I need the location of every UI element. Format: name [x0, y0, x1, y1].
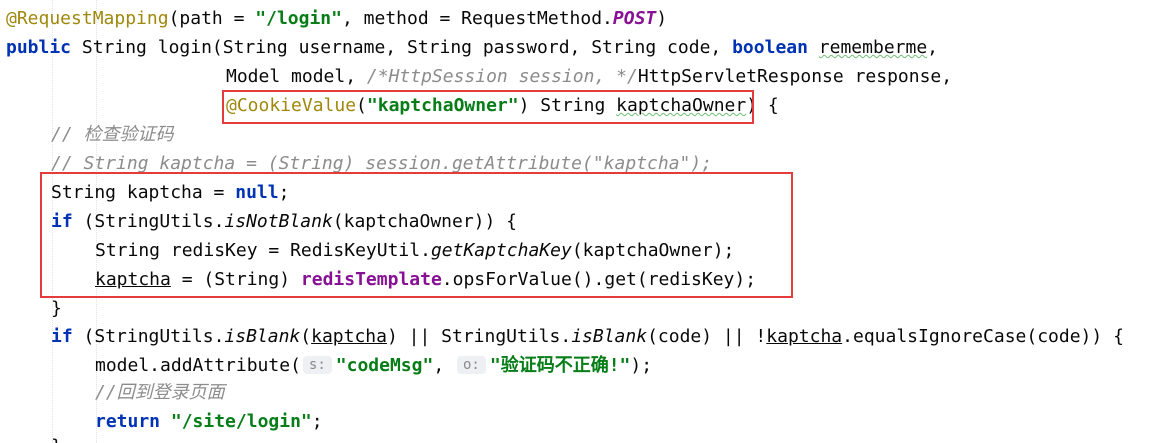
- reassigned-variable: kaptcha: [766, 326, 843, 347]
- code-line-5[interactable]: // 检查验证码: [51, 120, 174, 149]
- code-line-15[interactable]: return "/site/login";: [95, 407, 323, 436]
- inline-comment: /*HttpSession session, */: [366, 66, 638, 87]
- code-text: (: [300, 326, 312, 347]
- keyword: public: [6, 37, 72, 58]
- keyword: return: [95, 411, 161, 432]
- line-comment: // String kaptcha = (String) session.get…: [51, 153, 713, 174]
- string-literal: "验证码不正确!": [489, 355, 631, 376]
- code-text: model.addAttribute(: [95, 355, 301, 376]
- string-literal: "/login": [255, 8, 342, 29]
- param-name: rememberme: [818, 37, 928, 58]
- code-text: ,: [433, 355, 455, 376]
- code-text: );: [630, 355, 653, 376]
- code-text: ): [656, 8, 668, 29]
- parameter-hint: s:: [302, 356, 332, 374]
- code-editor[interactable]: @RequestMapping(path = "/login", method …: [0, 0, 1152, 443]
- static-method: isBlank: [224, 326, 301, 347]
- code-text: (path =: [168, 8, 256, 29]
- code-line-16[interactable]: }: [51, 432, 62, 443]
- code-text: , method = RequestMethod.: [341, 8, 613, 29]
- code-text: (code) || !: [647, 326, 767, 347]
- keyword: boolean: [732, 37, 808, 58]
- code-line-11[interactable]: }: [51, 294, 62, 323]
- highlight-box-redis-block: [40, 172, 793, 298]
- code-line-14[interactable]: //回到登录页面: [95, 378, 225, 407]
- code-text: }: [51, 298, 62, 319]
- code-text: }: [51, 436, 62, 443]
- code-line-1[interactable]: @RequestMapping(path = "/login", method …: [6, 4, 667, 33]
- code-text: ) || StringUtils.: [386, 326, 572, 347]
- code-text: .equalsIgnoreCase(code)) {: [842, 326, 1124, 347]
- constant-token: POST: [612, 8, 657, 29]
- reassigned-variable: kaptcha: [311, 326, 387, 347]
- line-comment: // 检查验证码: [51, 124, 174, 145]
- static-method: isBlank: [571, 326, 648, 347]
- keyword: if: [51, 326, 73, 347]
- code-text: ;: [311, 411, 323, 432]
- code-line-2[interactable]: public String login(String username, Str…: [6, 33, 938, 62]
- code-text: (StringUtils.: [72, 326, 225, 347]
- code-line-12[interactable]: if (StringUtils.isBlank(kaptcha) || Stri…: [51, 322, 1124, 351]
- string-literal: "/site/login": [170, 411, 312, 432]
- code-text: String login(String username, String pas…: [71, 37, 733, 58]
- annotation-token: @RequestMapping: [6, 8, 169, 29]
- code-text: Model model,: [226, 66, 367, 87]
- type-name: HttpServletResponse: [637, 66, 844, 87]
- code-text: ,: [927, 37, 939, 58]
- line-comment: //回到登录页面: [95, 382, 225, 403]
- code-line-3[interactable]: Model model, /*HttpSession session, */Ht…: [226, 62, 952, 91]
- highlight-box-cookie-param: [222, 90, 754, 124]
- parameter-hint: o:: [457, 356, 486, 374]
- string-literal: "codeMsg": [335, 355, 434, 376]
- code-text: response,: [843, 66, 953, 87]
- code-line-13[interactable]: model.addAttribute(s: "codeMsg", o: "验证码不正…: [95, 351, 652, 380]
